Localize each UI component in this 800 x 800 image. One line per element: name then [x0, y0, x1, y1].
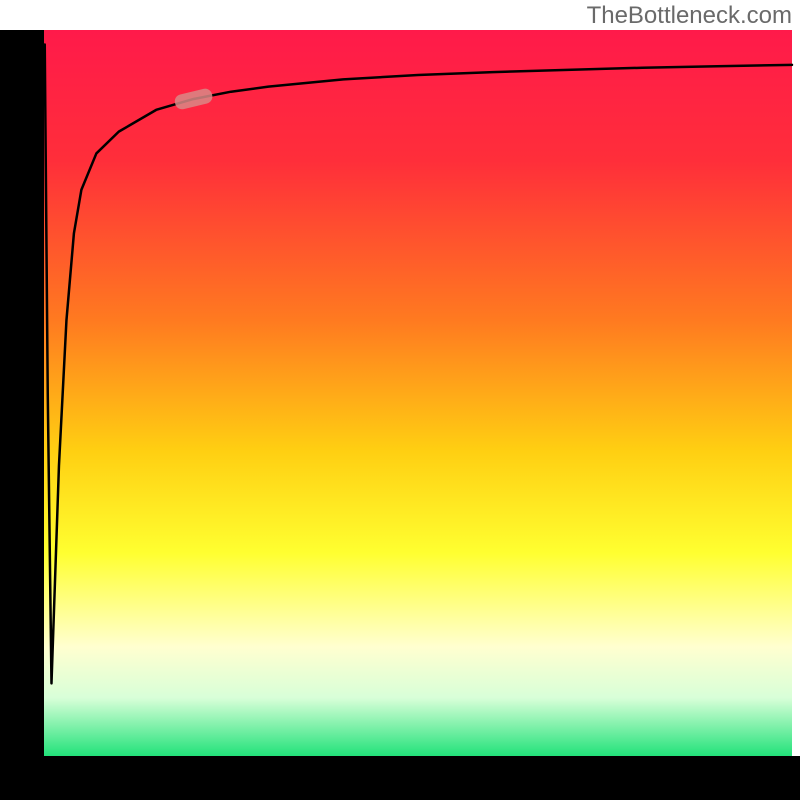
y-axis: [0, 30, 44, 800]
chart-container: { "watermark": "TheBottleneck.com", "cha…: [0, 0, 800, 800]
x-axis: [0, 756, 800, 800]
watermark-text: TheBottleneck.com: [587, 2, 792, 30]
bottleneck-chart: [0, 0, 800, 800]
plot-background: [44, 30, 792, 756]
